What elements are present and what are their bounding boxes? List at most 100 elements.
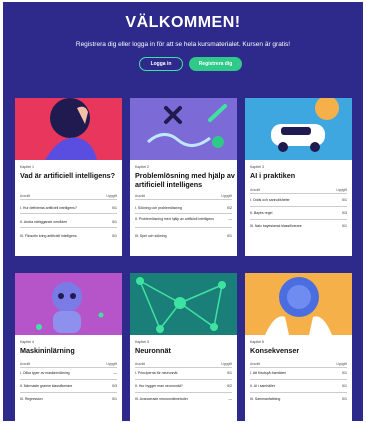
divider xyxy=(135,199,232,200)
divider xyxy=(250,219,347,220)
column-header-section: Avsnitt xyxy=(20,362,31,366)
chapter-card-5[interactable]: Kapitel 5 Neuronnät Avsnitt Uppgift I. P… xyxy=(130,273,237,421)
divider xyxy=(250,392,347,393)
section-item-label: II. Bayes regel xyxy=(250,211,273,215)
divider xyxy=(20,379,117,380)
section-item-count: 0/1 xyxy=(112,397,117,401)
section-item-count: 0/1 xyxy=(342,371,347,375)
section-item-count: — xyxy=(113,371,118,375)
section-item[interactable]: I. Sökning och problemlösning 0/2 xyxy=(135,206,232,210)
column-header-task: Uppgift xyxy=(221,194,232,198)
chapter-label: Kapitel 4 xyxy=(20,340,34,344)
section-item[interactable]: II. Problemlösning med hjälp av artifici… xyxy=(135,217,232,221)
divider xyxy=(250,379,347,380)
chapter-card-6[interactable]: Kapitel 6 Konsekvenser Avsnitt Uppgift I… xyxy=(245,273,352,421)
login-button[interactable]: Logga in xyxy=(139,57,183,71)
section-item[interactable]: III. Naiv bayesiansk klassificerare 0/1 xyxy=(250,224,347,228)
column-header-task: Uppgift xyxy=(221,362,232,366)
section-item-label: I. Principerna för neuronnät xyxy=(135,371,178,375)
column-header: Avsnitt Uppgift xyxy=(135,362,232,366)
section-item[interactable]: I. Principerna för neuronnät 0/1 xyxy=(135,371,232,375)
chapter-label: Kapitel 3 xyxy=(250,165,264,169)
chapter-label: Kapitel 2 xyxy=(135,165,149,169)
column-header-section: Avsnitt xyxy=(250,188,261,192)
divider xyxy=(250,193,347,194)
section-item-count: — xyxy=(228,397,233,401)
section-item-label: I. Hur definieras artificiell intelligen… xyxy=(20,206,77,210)
section-item-count: 0/1 xyxy=(227,371,232,375)
section-item[interactable]: III. Filosofin kring artificiell intelli… xyxy=(20,234,117,238)
section-item[interactable]: II. Andra närliggande områden 0/1 xyxy=(20,220,117,224)
section-item-count: 0/1 xyxy=(342,397,347,401)
section-item-label: III. Sammanfattning xyxy=(250,397,281,401)
section-item[interactable]: III. Spel och sökning 0/1 xyxy=(135,234,232,238)
divider xyxy=(20,367,117,368)
divider xyxy=(135,379,232,380)
chapter-card-1[interactable]: Kapitel 1 Vad är artificiell intelligens… xyxy=(15,98,122,256)
section-item-label: III. Regression xyxy=(20,397,43,401)
section-item-label: I. Odds och sannolikheter xyxy=(250,198,290,202)
section-item-label: I. Olika typer av maskininlärning xyxy=(20,371,70,375)
section-item[interactable]: II. AI i samhället 0/1 xyxy=(250,384,347,388)
section-item-label: II. Andra närliggande områden xyxy=(20,220,68,224)
chapter-title: Vad är artificiell intelligens? xyxy=(20,171,116,180)
chapter-2-illustration xyxy=(130,98,237,160)
chapter-card-4[interactable]: Kapitel 4 Maskininlärning Avsnitt Uppgif… xyxy=(15,273,122,421)
column-header-task: Uppgift xyxy=(106,194,117,198)
section-item-label: III. Filosofin kring artificiell intelli… xyxy=(20,234,77,238)
column-header: Avsnitt Uppgift xyxy=(250,362,347,366)
divider xyxy=(250,206,347,207)
divider xyxy=(20,392,117,393)
section-item-label: II. Problemlösning med hjälp av artifici… xyxy=(135,217,214,221)
section-item[interactable]: II. Närmaste granne klassificerare 0/3 xyxy=(20,384,117,388)
chapter-3-illustration xyxy=(245,98,352,160)
divider xyxy=(20,213,117,214)
section-item-count: 0/2 xyxy=(227,384,232,388)
column-header-task: Uppgift xyxy=(106,362,117,366)
column-header-section: Avsnitt xyxy=(135,194,146,198)
section-item-label: I. Sökning och problemlösning xyxy=(135,206,182,210)
section-item[interactable]: I. Hur definieras artificiell intelligen… xyxy=(20,206,117,210)
section-item-label: III. Spel och sökning xyxy=(135,234,167,238)
section-item-count: 0/1 xyxy=(342,198,347,202)
chapter-card-2[interactable]: Kapitel 2 Problemlösning med hjälp av ar… xyxy=(130,98,237,256)
chapter-title: Problemlösning med hjälp av artificiell … xyxy=(135,171,235,189)
section-item-count: 0/1 xyxy=(342,224,347,228)
column-header: Avsnitt Uppgift xyxy=(135,194,232,198)
chapter-title: Maskininlärning xyxy=(20,346,75,355)
section-item-count: 0/2 xyxy=(227,206,232,210)
section-item[interactable]: II. Hur bygger man neuronnät? 0/2 xyxy=(135,384,232,388)
page-subtitle: Registrera dig eller logga in för att se… xyxy=(75,41,291,48)
divider xyxy=(20,199,117,200)
column-header-task: Uppgift xyxy=(336,188,347,192)
divider xyxy=(135,227,232,228)
app-frame: VÄLKOMMEN! Registrera dig eller logga in… xyxy=(3,2,363,421)
divider xyxy=(135,367,232,368)
chapter-1-illustration xyxy=(15,98,122,160)
section-item[interactable]: III. Avancerade neuronnätmetoder — xyxy=(135,397,232,401)
register-button[interactable]: Registrera dig xyxy=(189,57,242,71)
page-title: VÄLKOMMEN! xyxy=(125,14,241,31)
section-item-count: 0/1 xyxy=(112,206,117,210)
section-item[interactable]: I. Olika typer av maskininlärning — xyxy=(20,371,117,375)
chapter-4-illustration xyxy=(15,273,122,335)
chapter-label: Kapitel 6 xyxy=(250,340,264,344)
chapter-card-3[interactable]: Kapitel 3 AI i praktiken Avsnitt Uppgift… xyxy=(245,98,352,256)
section-item-label: II. AI i samhället xyxy=(250,384,275,388)
section-item-count: 0/1 xyxy=(227,234,232,238)
chapter-label: Kapitel 1 xyxy=(20,165,34,169)
section-item-count: 0/1 xyxy=(112,234,117,238)
section-item[interactable]: III. Sammanfattning 0/1 xyxy=(250,397,347,401)
column-header-section: Avsnitt xyxy=(135,362,146,366)
section-item[interactable]: III. Regression 0/1 xyxy=(20,397,117,401)
section-item[interactable]: II. Bayes regel 0/3 xyxy=(250,211,347,215)
chapter-title: Neuronnät xyxy=(135,346,171,355)
section-item[interactable]: I. Odds och sannolikheter 0/1 xyxy=(250,198,347,202)
section-item-label: II. Hur bygger man neuronnät? xyxy=(135,384,183,388)
section-item[interactable]: I. Att förutspå framtiden 0/1 xyxy=(250,371,347,375)
chapter-5-illustration xyxy=(130,273,237,335)
column-header-section: Avsnitt xyxy=(250,362,261,366)
divider xyxy=(135,392,232,393)
section-item-label: I. Att förutspå framtiden xyxy=(250,371,287,375)
chapter-title: Konsekvenser xyxy=(250,346,300,355)
